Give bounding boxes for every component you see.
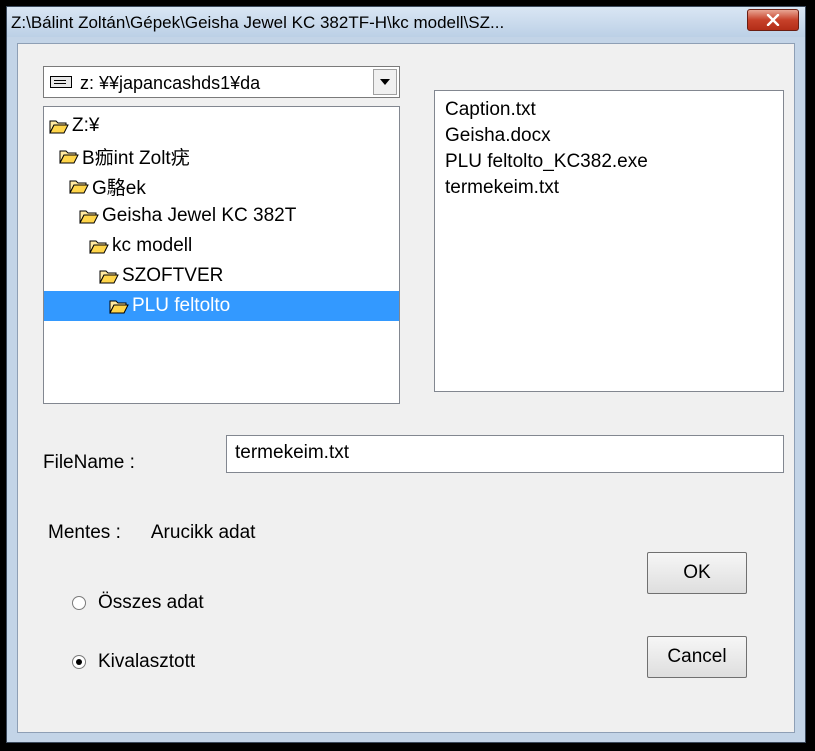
- tree-item-root[interactable]: Z:¥: [49, 111, 99, 141]
- save-mode-label: Mentes :: [48, 522, 121, 543]
- cancel-button[interactable]: Cancel: [647, 636, 747, 678]
- save-mode: Mentes : Arucikk adat: [48, 522, 255, 544]
- title-bar[interactable]: Z:\Bálint Zoltán\Gépek\Geisha Jewel KC 3…: [7, 7, 805, 37]
- open-folder-icon: [79, 210, 99, 223]
- tree-item-plu-feltolto[interactable]: PLU feltolto: [44, 291, 399, 321]
- chevron-down-icon: [380, 79, 390, 85]
- tree-item-gepek[interactable]: G駱ek: [69, 171, 146, 201]
- directory-tree[interactable]: Z:¥ B痂int Zolt疣 G駱ek Geisha Jewel KC 382…: [43, 106, 400, 404]
- file-item[interactable]: termekeim.txt: [445, 175, 783, 201]
- file-item[interactable]: Caption.txt: [445, 97, 783, 123]
- tree-item-geisha[interactable]: Geisha Jewel KC 382T: [79, 201, 296, 231]
- radio-button[interactable]: [72, 655, 86, 669]
- open-folder-icon: [69, 180, 89, 193]
- file-item[interactable]: Geisha.docx: [445, 123, 783, 149]
- tree-item-balint[interactable]: B痂int Zolt疣: [59, 141, 190, 171]
- file-item[interactable]: PLU feltolto_KC382.exe: [445, 149, 783, 175]
- ok-button[interactable]: OK: [647, 552, 747, 594]
- drive-icon: [50, 76, 72, 88]
- open-folder-icon: [49, 120, 69, 133]
- radio-label: Kivalasztott: [98, 651, 196, 672]
- tree-item-szoftver[interactable]: SZOFTVER: [99, 261, 223, 291]
- drive-dropdown-button[interactable]: [373, 69, 397, 95]
- close-button[interactable]: [747, 9, 799, 31]
- tree-item-label: Z:¥: [72, 115, 100, 136]
- tree-item-label: SZOFTVER: [122, 265, 224, 286]
- radio-kivalasztott[interactable]: Kivalasztott: [72, 651, 195, 673]
- save-mode-value: Arucikk adat: [150, 522, 256, 543]
- filename-input[interactable]: termekeim.txt: [226, 435, 784, 473]
- open-folder-icon: [89, 240, 109, 253]
- window-title: Z:\Bálint Zoltán\Gépek\Geisha Jewel KC 3…: [11, 13, 505, 32]
- drive-select-value: z: ¥¥japancashds1¥da: [80, 73, 261, 93]
- tree-item-label: kc modell: [112, 235, 193, 256]
- open-folder-icon: [59, 150, 79, 163]
- file-list[interactable]: Caption.txt Geisha.docx PLU feltolto_KC3…: [434, 90, 784, 392]
- tree-item-label: Geisha Jewel KC 382T: [102, 205, 297, 226]
- open-folder-icon: [99, 270, 119, 283]
- filename-label: FileName :: [43, 452, 135, 473]
- tree-item-kc-modell[interactable]: kc modell: [89, 231, 192, 261]
- tree-item-label: G駱ek: [92, 177, 146, 199]
- radio-osszes-adat[interactable]: Összes adat: [72, 592, 204, 614]
- close-x-icon: [766, 14, 780, 26]
- tree-item-label: PLU feltolto: [132, 295, 231, 316]
- radio-label: Összes adat: [98, 592, 204, 613]
- open-folder-icon: [109, 300, 129, 313]
- drive-select[interactable]: z: ¥¥japancashds1¥da: [43, 66, 400, 98]
- radio-button[interactable]: [72, 596, 86, 610]
- tree-item-label: B痂int Zolt疣: [82, 147, 190, 169]
